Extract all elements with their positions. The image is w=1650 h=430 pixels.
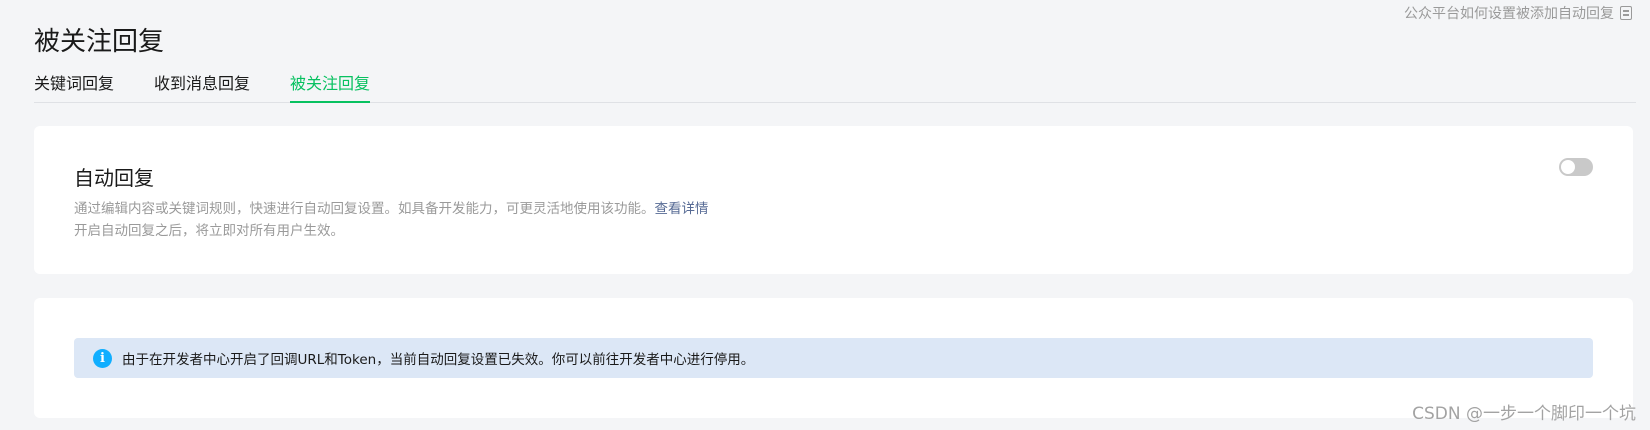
notice-text: 由于在开发者中心开启了回调URL和Token，当前自动回复设置已失效。你可以前往…	[122, 352, 755, 368]
auto-reply-toggle[interactable]	[1559, 158, 1593, 176]
view-details-link[interactable]: 查看详情	[655, 201, 709, 217]
tab-message-reply[interactable]: 收到消息回复	[154, 66, 250, 102]
page-title: 被关注回复	[34, 27, 165, 58]
tab-keyword-reply[interactable]: 关键词回复	[34, 66, 114, 102]
help-link[interactable]: 公众平台如何设置被添加自动回复	[1404, 3, 1632, 23]
help-link-label: 公众平台如何设置被添加自动回复	[1404, 6, 1614, 22]
auto-reply-title: 自动回复	[74, 166, 154, 190]
desc-line-1: 通过编辑内容或关键词规则，快速进行自动回复设置。如具备开发能力，可更灵活地使用该…	[74, 201, 655, 217]
desc-line-2: 开启自动回复之后，将立即对所有用户生效。	[74, 223, 344, 239]
notice-card: i 由于在开发者中心开启了回调URL和Token，当前自动回复设置已失效。你可以…	[34, 298, 1633, 418]
notice-banner: i 由于在开发者中心开启了回调URL和Token，当前自动回复设置已失效。你可以…	[74, 338, 1593, 378]
tab-bar: 关键词回复 收到消息回复 被关注回复	[34, 66, 1636, 103]
tab-follow-reply[interactable]: 被关注回复	[290, 66, 371, 103]
toggle-knob	[1561, 160, 1575, 174]
info-icon: i	[93, 348, 112, 368]
auto-reply-description: 通过编辑内容或关键词规则，快速进行自动回复设置。如具备开发能力，可更灵活地使用该…	[74, 198, 709, 242]
watermark: CSDN @一步一个脚印一个坑	[1412, 404, 1636, 424]
auto-reply-card: 自动回复 通过编辑内容或关键词规则，快速进行自动回复设置。如具备开发能力，可更灵…	[34, 126, 1633, 274]
document-icon	[1620, 6, 1632, 20]
